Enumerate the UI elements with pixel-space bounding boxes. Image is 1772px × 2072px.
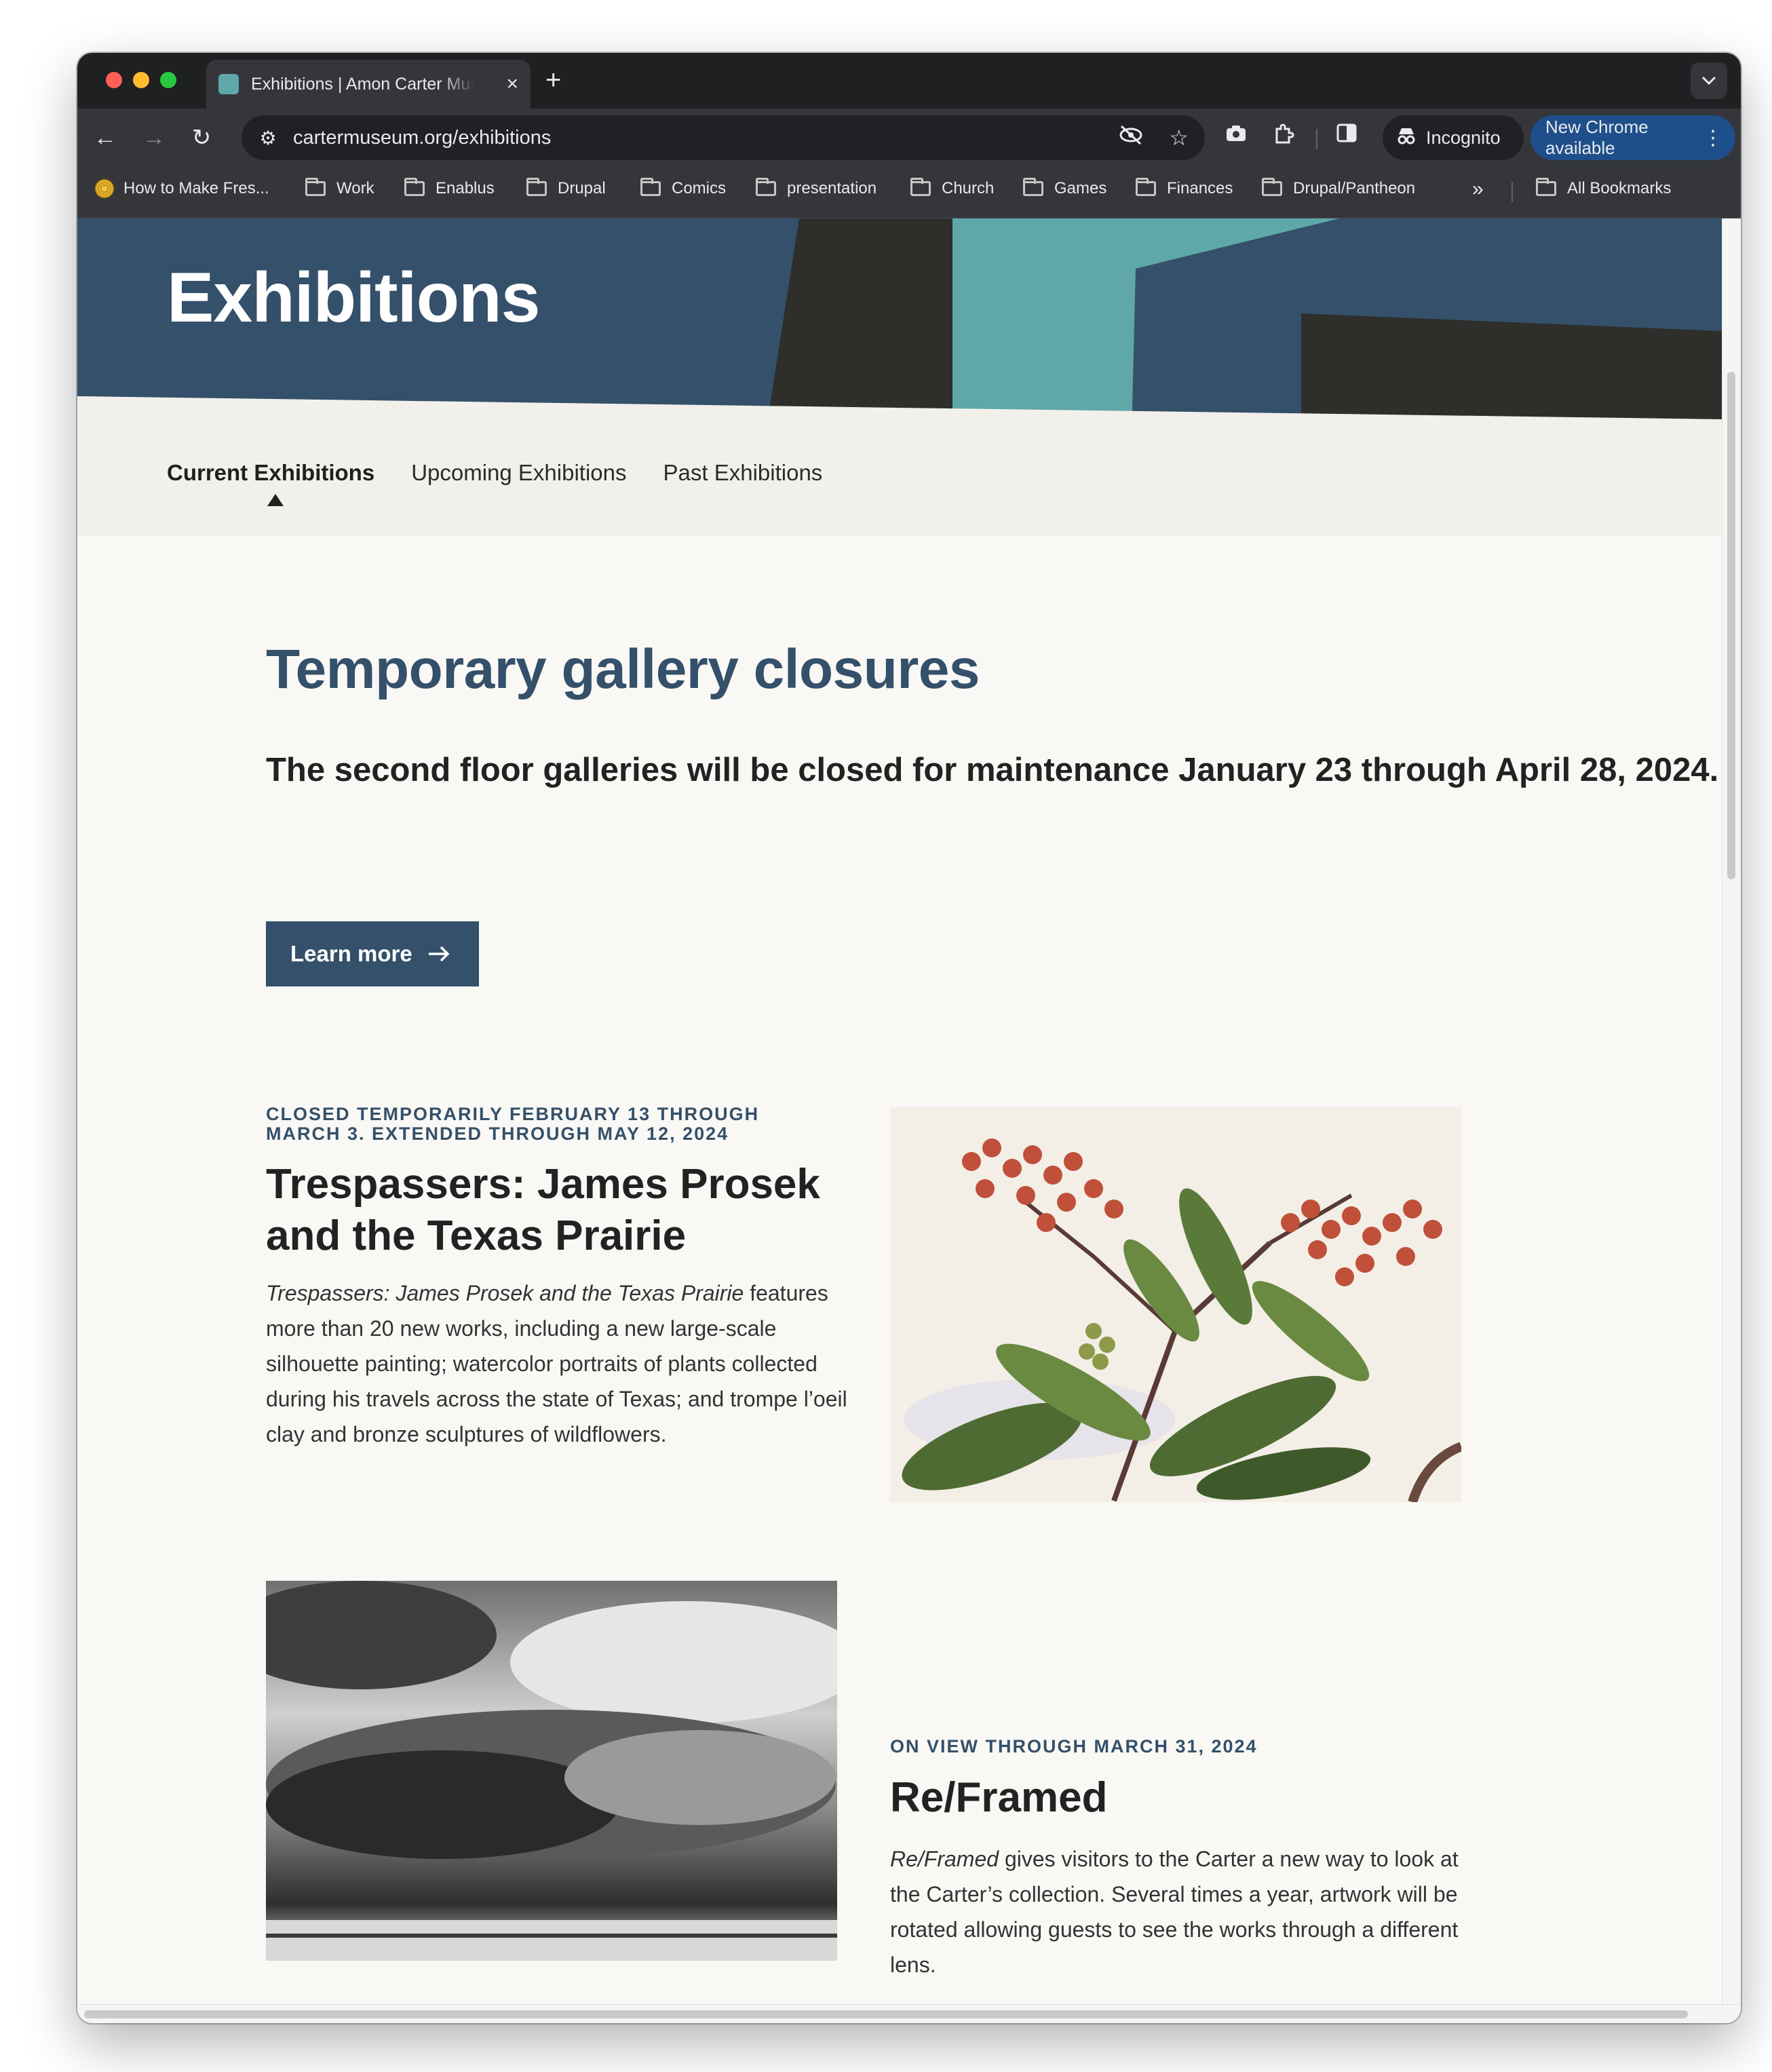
folder-icon <box>1536 178 1556 196</box>
bookmark-folder-comics[interactable]: Comics <box>640 178 727 198</box>
bookmarks-overflow-button[interactable]: » <box>1472 178 1484 201</box>
page-title: Exhibitions <box>167 258 540 337</box>
bookmark-label: Work <box>336 179 374 197</box>
side-panel-icon[interactable] <box>1336 123 1357 148</box>
new-chrome-label: New Chrome available <box>1545 117 1649 158</box>
bookmark-folder-drupal[interactable]: Drupal <box>526 178 606 198</box>
bookmark-folder-work[interactable]: Work <box>305 178 374 198</box>
exhibition-dates: CLOSED TEMPORARILY FEBRUARY 13 THROUGH M… <box>266 1104 760 1144</box>
folder-icon <box>526 178 547 196</box>
new-tab-button[interactable]: + <box>545 65 561 95</box>
bookmark-label: How to Make Fres... <box>123 179 269 197</box>
web-page: Exhibitions Current Exhibitions Upcoming… <box>77 218 1741 2023</box>
exhibition-description: Trespassers: James Prosek and the Texas … <box>266 1275 863 1452</box>
folder-icon <box>910 178 931 196</box>
bookmarks-divider <box>1511 182 1513 202</box>
exhibition-title[interactable]: Trespassers: James Prosek and the Texas … <box>266 1159 863 1262</box>
bookmark-label: presentation <box>787 179 877 197</box>
site-info-icon[interactable]: ⚙ <box>256 127 280 149</box>
kebab-menu-icon[interactable]: ⋮ <box>1703 126 1723 150</box>
learn-more-button[interactable]: Learn more <box>266 921 479 986</box>
incognito-indicator[interactable]: Incognito <box>1383 115 1524 160</box>
address-bar[interactable]: ⚙ cartermuseum.org/exhibitions ☆ <box>242 115 1205 160</box>
closure-text: The second floor galleries will be close… <box>266 752 1719 788</box>
incognito-icon <box>1396 127 1417 149</box>
tab-close-icon[interactable]: × <box>506 74 518 94</box>
back-button[interactable]: ← <box>90 122 121 153</box>
minimize-window-button[interactable] <box>133 72 149 88</box>
bookmark-label: Games <box>1054 179 1107 197</box>
tab-past-exhibitions[interactable]: Past Exhibitions <box>663 460 823 486</box>
eye-off-icon[interactable] <box>1119 125 1143 151</box>
camera-extension-icon[interactable] <box>1225 123 1247 148</box>
bookmark-label: Comics <box>672 179 727 197</box>
tab-search-button[interactable] <box>1691 62 1727 99</box>
bookmark-folder-games[interactable]: Games <box>1023 178 1107 198</box>
exhibition-subnav: Current Exhibitions Upcoming Exhibitions… <box>167 460 822 486</box>
bookmark-label: Enablus <box>436 179 495 197</box>
all-bookmarks-button[interactable]: All Bookmarks <box>1536 178 1672 198</box>
tab-favicon-icon <box>218 74 239 94</box>
bookmark-label: Drupal/Pantheon <box>1293 179 1416 197</box>
reload-button[interactable]: ↻ <box>186 122 217 153</box>
maximize-window-button[interactable] <box>160 72 176 88</box>
folder-icon <box>640 178 661 196</box>
all-bookmarks-label: All Bookmarks <box>1567 179 1672 197</box>
exhibition-desc-text: features more than 20 new works, includi… <box>266 1281 847 1446</box>
bookmark-folder-church[interactable]: Church <box>910 178 995 198</box>
url-text[interactable]: cartermuseum.org/exhibitions <box>293 127 551 149</box>
folder-icon <box>756 178 776 196</box>
horizontal-scroll-thumb[interactable] <box>84 2010 1688 2018</box>
folder-icon <box>404 178 425 196</box>
exhibition-title[interactable]: Re/Framed <box>890 1772 1487 1824</box>
bookmark-folder-drupal-pantheon[interactable]: Drupal/Pantheon <box>1262 178 1416 198</box>
folder-icon <box>1136 178 1156 196</box>
bookmark-label: Drupal <box>558 179 606 197</box>
folder-icon <box>305 178 326 196</box>
closure-heading: Temporary gallery closures <box>266 638 980 700</box>
chevron-down-icon <box>1701 76 1716 85</box>
spiral-favicon-icon <box>95 179 114 198</box>
bookmark-folder-presentation[interactable]: presentation <box>756 178 877 198</box>
bookmark-star-icon[interactable]: ☆ <box>1169 125 1189 151</box>
bookmark-folder-finances[interactable]: Finances <box>1136 178 1233 198</box>
toolbar-divider <box>1316 129 1317 149</box>
exhibition-desc-italic: Re/Framed <box>890 1847 999 1871</box>
tab-title: Exhibitions | Amon Carter Museum <box>251 74 475 94</box>
bookmark-label: Finances <box>1167 179 1233 197</box>
browser-toolbar: ← → ↻ ⚙ cartermuseum.org/exhibitions ☆ I… <box>77 109 1741 167</box>
exhibition-dates: ON VIEW THROUGH MARCH 31, 2024 <box>890 1736 1258 1757</box>
browser-window: Exhibitions | Amon Carter Museum × + ← →… <box>77 53 1741 2023</box>
vertical-scroll-thumb[interactable] <box>1727 372 1735 879</box>
close-window-button[interactable] <box>106 72 122 88</box>
extensions-puzzle-icon[interactable] <box>1273 123 1294 151</box>
incognito-label: Incognito <box>1426 127 1501 148</box>
folder-icon <box>1023 178 1043 196</box>
horizontal-scrollbar[interactable] <box>77 2004 1741 2023</box>
bookmark-label: Church <box>942 179 995 197</box>
bookmark-folder-enablus[interactable]: Enablus <box>404 178 495 198</box>
botanical-watercolor-image[interactable] <box>890 1107 1461 1502</box>
arrow-right-icon <box>428 946 450 962</box>
bookmarks-bar: How to Make Fres... Work Enablus Drupal … <box>77 167 1741 218</box>
active-tab[interactable]: Exhibitions | Amon Carter Museum × <box>206 60 531 109</box>
tab-upcoming-exhibitions[interactable]: Upcoming Exhibitions <box>411 460 626 486</box>
tab-current-exhibitions[interactable]: Current Exhibitions <box>167 460 374 486</box>
active-tab-caret-icon <box>267 494 284 506</box>
new-chrome-available-button[interactable]: New Chrome available ⋮ <box>1530 115 1735 160</box>
bookmark-item[interactable]: How to Make Fres... <box>95 179 269 198</box>
storm-clouds-photo[interactable] <box>266 1581 837 1961</box>
tab-strip: Exhibitions | Amon Carter Museum × + <box>77 53 1741 109</box>
vertical-scrollbar[interactable] <box>1722 218 1741 2010</box>
exhibition-desc-italic: Trespassers: James Prosek and the Texas … <box>266 1281 744 1305</box>
exhibition-description: Re/Framed gives visitors to the Carter a… <box>890 1841 1487 1982</box>
learn-more-label: Learn more <box>290 941 412 966</box>
forward-button[interactable]: → <box>138 122 170 153</box>
folder-icon <box>1262 178 1282 196</box>
